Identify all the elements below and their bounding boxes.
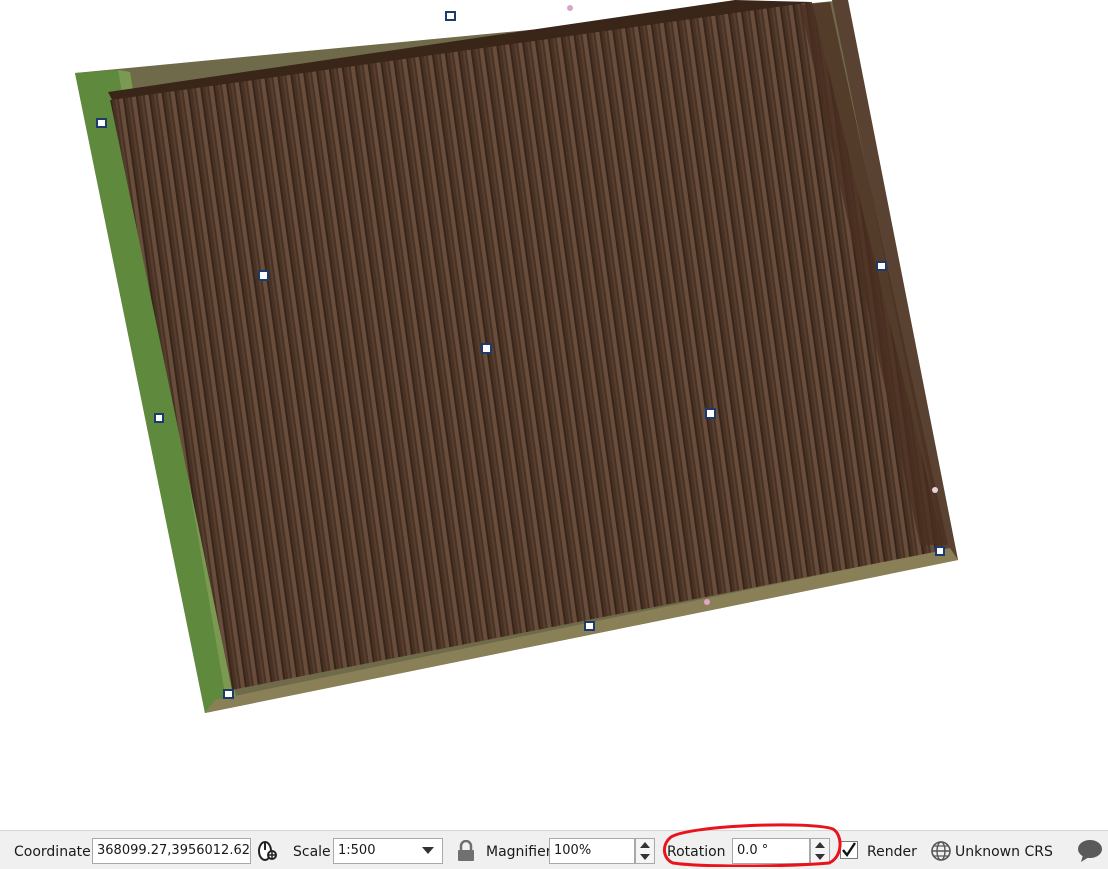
chevron-down-icon[interactable] [414,839,442,863]
checkmark-icon [842,842,856,858]
render-label: Render [867,844,917,860]
rotation-label: Rotation [667,844,726,860]
mouse-coordinate-toggle-icon[interactable] [255,839,279,863]
status-bar: Coordinate 368099.27,3956012.62 Scale 1:… [0,830,1108,869]
globe-icon[interactable] [930,840,952,862]
spin-up-icon[interactable] [636,839,654,851]
magnifier-field[interactable]: 100% [549,838,635,864]
spin-down-icon[interactable] [636,851,654,863]
message-log-icon[interactable] [1077,839,1103,863]
scale-value: 1:500 [338,843,376,858]
coordinate-label: Coordinate [14,844,91,860]
orthophoto-layer [75,0,958,713]
lock-scale-icon[interactable] [456,839,476,862]
scale-combobox[interactable]: 1:500 [333,838,443,864]
magnifier-label: Magnifier [486,844,552,860]
spin-down-icon[interactable] [811,851,829,863]
rotation-spinner[interactable] [810,838,830,864]
rotation-field[interactable]: 0.0 ° [732,838,810,864]
spin-up-icon[interactable] [811,839,829,851]
crs-button[interactable]: Unknown CRS [955,844,1053,860]
coordinate-field[interactable]: 368099.27,3956012.62 [92,838,251,864]
render-checkbox[interactable] [840,841,858,859]
scale-label: Scale [293,844,331,860]
magnifier-spinner[interactable] [635,838,655,864]
map-canvas[interactable] [0,0,1108,830]
